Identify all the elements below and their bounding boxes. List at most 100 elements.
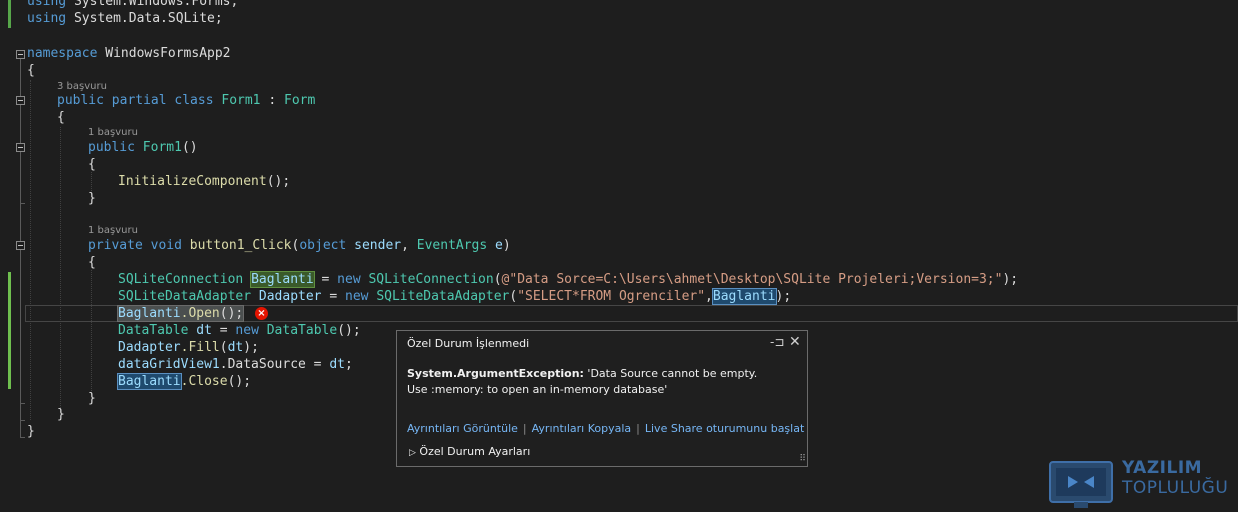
fold-toggle-icon[interactable] <box>16 50 25 59</box>
code-text: = <box>313 272 338 287</box>
watermark-text: TOPLULUĞU <box>1122 478 1229 498</box>
variable-name: dt <box>196 323 212 338</box>
link-separator: | <box>636 422 640 435</box>
fold-guide-end <box>20 437 25 438</box>
gutter-change-bar <box>8 0 11 28</box>
keyword: public <box>88 140 135 155</box>
keyword: private <box>88 238 143 253</box>
code-line[interactable]: } <box>27 423 35 440</box>
keyword: using <box>27 0 67 9</box>
code-line[interactable]: { <box>88 254 96 271</box>
live-share-link[interactable]: Live Share oturumunu başlat <box>645 422 804 435</box>
code-line[interactable]: { <box>27 62 35 79</box>
popup-links: Ayrıntıları Görüntüle | Ayrıntıları Kopyal… <box>407 422 804 435</box>
type-name: Form <box>284 93 316 108</box>
brace: } <box>88 191 96 206</box>
brace: { <box>88 255 96 270</box>
code-line[interactable]: SQLiteConnection Baglanti = new SQLiteCo… <box>118 271 1018 288</box>
code-line[interactable]: } <box>57 406 65 423</box>
variable-name: dt <box>329 357 345 372</box>
exception-text: Use :memory: to open an in-memory databa… <box>407 383 668 396</box>
watermark: YAZILIM TOPLULUĞU <box>1046 454 1238 512</box>
code-line[interactable]: Dadapter.Fill(dt); <box>118 339 259 356</box>
exception-settings-toggle[interactable]: ▷ Özel Durum Ayarları <box>409 445 530 458</box>
indent-guide <box>91 270 92 395</box>
code-text: ) <box>502 238 511 253</box>
code-line[interactable]: public partial class Form1 : Form <box>57 92 315 109</box>
fold-guide-end <box>20 403 25 404</box>
code-line[interactable]: { <box>88 156 96 173</box>
pin-icon[interactable]: -⊐ <box>770 335 784 349</box>
keyword: void <box>150 238 182 253</box>
type-name: Form1 <box>221 93 261 108</box>
type-name: Form1 <box>142 140 182 155</box>
code-line[interactable]: dataGridView1.DataSource = dt; <box>118 356 353 373</box>
close-icon[interactable]: ✕ <box>789 334 801 350</box>
brace: { <box>27 63 35 78</box>
code-line[interactable]: namespace WindowsFormsApp2 <box>27 45 231 62</box>
exception-text: 'Data Source cannot be empty. <box>583 367 758 380</box>
method-name: button1_Click <box>189 238 292 253</box>
error-icon[interactable]: × <box>255 307 268 320</box>
exception-popup[interactable]: Özel Durum İşlenmedi -⊐ ✕ System.Argumen… <box>396 330 808 467</box>
variable-name: Dadapter <box>118 340 181 355</box>
view-details-link[interactable]: Ayrıntıları Görüntüle <box>407 422 518 435</box>
code-text: ); <box>775 289 792 304</box>
code-line[interactable]: } <box>88 390 96 407</box>
fold-toggle-icon[interactable] <box>16 96 25 105</box>
code-line[interactable]: { <box>57 109 65 126</box>
brace: { <box>57 110 65 125</box>
method-name: .Close <box>180 374 228 389</box>
code-line[interactable]: Baglanti.Open(); <box>116 305 245 322</box>
exception-type: System.ArgumentException: <box>407 367 584 380</box>
fold-toggle-icon[interactable] <box>16 241 25 250</box>
type-name: DataTable <box>266 323 338 338</box>
code-line[interactable]: InitializeComponent(); <box>118 173 290 190</box>
variable-name: Dadapter <box>258 289 322 304</box>
variable-name: dataGridView1 <box>118 357 220 372</box>
code-line[interactable]: Baglanti.Close(); <box>117 373 252 390</box>
code-line[interactable]: DataTable dt = new DataTable(); <box>118 322 361 339</box>
fold-guide-end <box>20 420 25 421</box>
code-text: = <box>211 323 236 338</box>
code-line[interactable]: public Form1() <box>88 139 198 156</box>
code-text: , <box>401 238 417 253</box>
variable-name: Baglanti <box>711 288 777 305</box>
code-text: ); <box>243 340 259 355</box>
code-text: () <box>181 140 198 155</box>
variable-name: Baglanti <box>118 306 181 321</box>
keyword: using <box>27 11 67 26</box>
codelens-references[interactable]: 1 başvuru <box>88 126 138 140</box>
brace: } <box>57 407 65 422</box>
exception-message: System.ArgumentException: 'Data Source c… <box>407 366 802 398</box>
exception-settings-label: Özel Durum Ayarları <box>419 445 531 458</box>
keyword: object <box>299 238 347 253</box>
code-line[interactable]: private void button1_Click(object sender… <box>88 237 511 254</box>
fold-guide-end <box>20 203 25 204</box>
variable-name: e <box>495 238 503 253</box>
code-text: .DataSource = <box>219 357 330 372</box>
keyword: public partial class <box>57 93 214 108</box>
code-text: (); <box>337 323 361 338</box>
method-name: InitializeComponent <box>118 174 267 189</box>
codelens-references[interactable]: 1 başvuru <box>88 224 138 238</box>
brace: } <box>88 391 96 406</box>
resize-grip-icon[interactable]: ⠿ <box>799 454 805 464</box>
code-line[interactable]: using System.Data.SQLite; <box>27 10 223 27</box>
code-line[interactable]: SQLiteDataAdapter Dadapter = new SQLiteD… <box>118 288 791 305</box>
copy-details-link[interactable]: Ayrıntıları Kopyala <box>532 422 632 435</box>
type-name: EventArgs <box>416 238 488 253</box>
watermark-logo-icon <box>1049 461 1113 508</box>
expand-arrow-icon: ▷ <box>409 448 416 458</box>
popup-title: Özel Durum İşlenmedi <box>407 337 530 350</box>
type-name: DataTable <box>118 323 189 338</box>
code-text: System.Data.SQLite; <box>66 11 223 26</box>
code-text: (); <box>227 374 252 389</box>
fold-toggle-icon[interactable] <box>16 143 25 152</box>
code-line[interactable]: using System.Windows.Forms; <box>27 0 238 10</box>
keyword: namespace <box>27 46 98 61</box>
code-text: = <box>321 289 345 304</box>
variable-name: Baglanti <box>250 271 315 288</box>
code-line[interactable]: } <box>88 190 96 207</box>
variable-name: dt <box>227 340 244 355</box>
